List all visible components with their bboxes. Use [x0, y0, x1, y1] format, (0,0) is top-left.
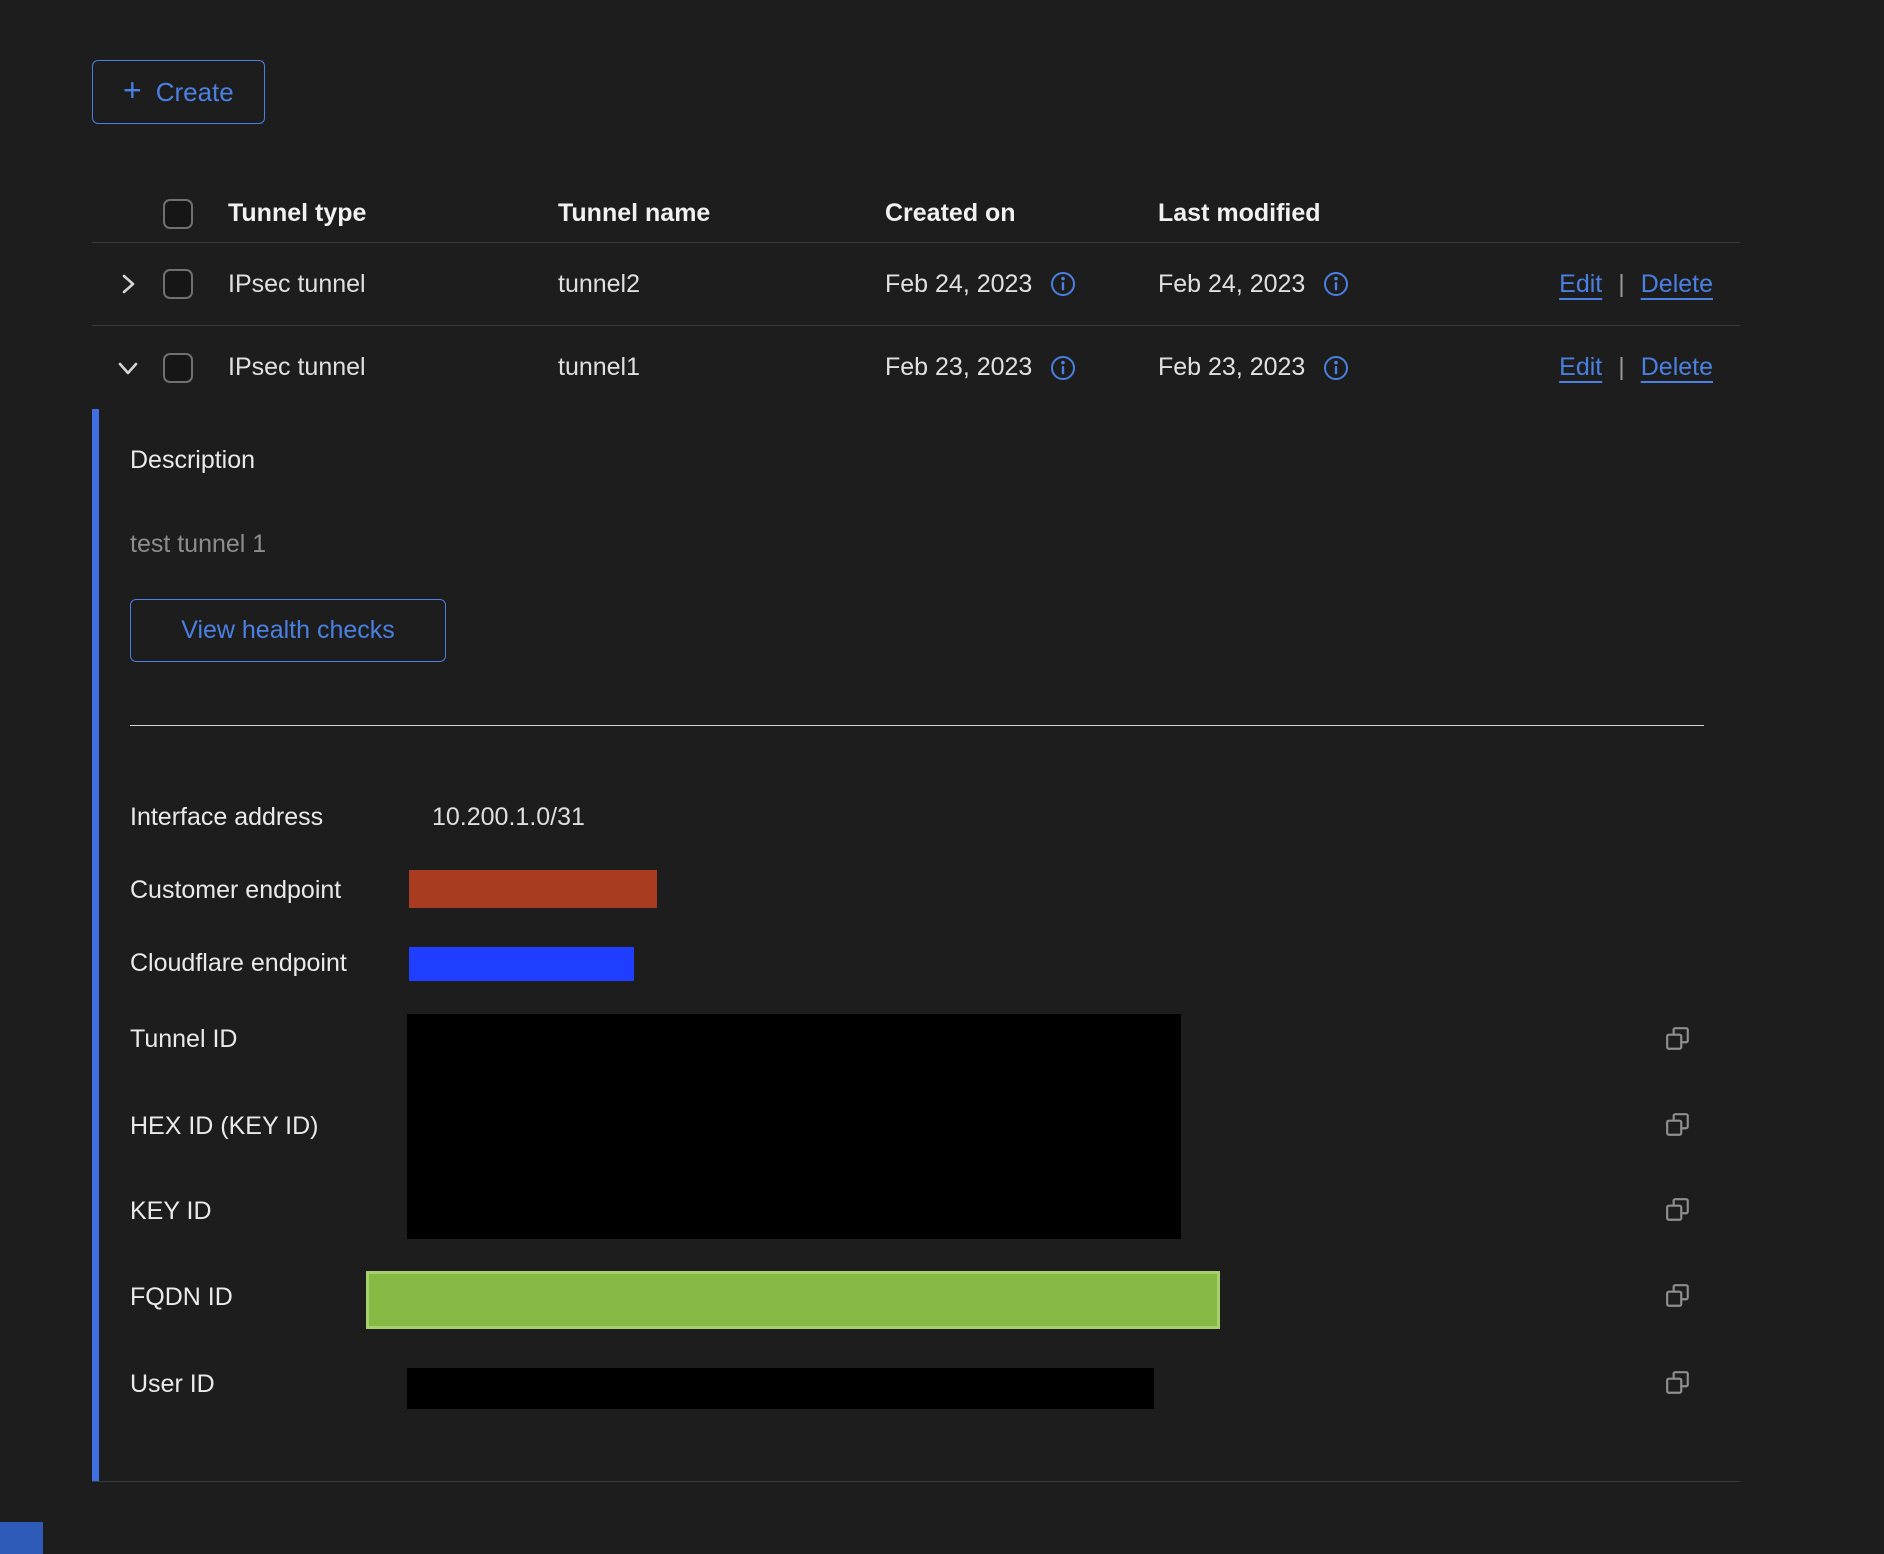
tunnel-type-value: IPsec tunnel: [228, 353, 558, 382]
plus-icon: +: [123, 74, 142, 106]
customer-endpoint-redacted-value: [409, 870, 657, 908]
info-icon[interactable]: [1050, 355, 1076, 381]
last-modified-value: Feb 23, 2023: [1158, 353, 1305, 382]
delete-link[interactable]: Delete: [1641, 270, 1713, 299]
row-checkbox[interactable]: [163, 353, 193, 383]
cloudflare-endpoint-redacted-value: [409, 947, 634, 981]
scroll-corner: [0, 1522, 43, 1554]
customer-endpoint-label: Customer endpoint: [130, 875, 341, 905]
tunnels-table: Tunnel type Tunnel name Created on Last …: [92, 185, 1740, 1482]
description-value: test tunnel 1: [130, 529, 266, 559]
chevron-right-icon: [115, 271, 141, 297]
header-tunnel-name: Tunnel name: [558, 199, 885, 228]
tunnel-detail-panel: Description test tunnel 1 View health ch…: [92, 409, 1740, 1482]
tunnel-id-label: Tunnel ID: [130, 1024, 237, 1054]
last-modified-value: Feb 24, 2023: [1158, 270, 1305, 299]
divider: [130, 725, 1704, 726]
tunnel-type-value: IPsec tunnel: [228, 270, 558, 299]
edit-link[interactable]: Edit: [1559, 353, 1602, 382]
row-expand-toggle[interactable]: [92, 355, 163, 381]
created-on-value: Feb 23, 2023: [885, 353, 1032, 382]
cloudflare-endpoint-label: Cloudflare endpoint: [130, 948, 347, 978]
copy-icon[interactable]: [1665, 1370, 1691, 1396]
table-header: Tunnel type Tunnel name Created on Last …: [92, 185, 1740, 243]
copy-icon[interactable]: [1665, 1026, 1691, 1052]
header-last-modified: Last modified: [1158, 199, 1540, 228]
table-row: IPsec tunnel tunnel1 Feb 23, 2023 Feb 23…: [92, 326, 1740, 409]
interface-address-label: Interface address: [130, 802, 323, 832]
link-separator: |: [1618, 353, 1625, 382]
table-row: IPsec tunnel tunnel2 Feb 24, 2023 Feb 24…: [92, 243, 1740, 326]
fqdn-id-redacted-value: [366, 1271, 1220, 1329]
interface-address-value: 10.200.1.0/31: [432, 802, 585, 832]
ids-redacted-value: [407, 1014, 1181, 1239]
info-icon[interactable]: [1323, 271, 1349, 297]
hex-id-label: HEX ID (KEY ID): [130, 1111, 318, 1141]
copy-icon[interactable]: [1665, 1197, 1691, 1223]
copy-icon[interactable]: [1665, 1112, 1691, 1138]
header-tunnel-type: Tunnel type: [228, 199, 558, 228]
row-checkbox[interactable]: [163, 269, 193, 299]
info-icon[interactable]: [1050, 271, 1076, 297]
key-id-label: KEY ID: [130, 1196, 212, 1226]
user-id-label: User ID: [130, 1369, 215, 1399]
fqdn-id-label: FQDN ID: [130, 1282, 233, 1312]
chevron-down-icon: [115, 355, 141, 381]
info-icon[interactable]: [1323, 355, 1349, 381]
view-health-checks-button[interactable]: View health checks: [130, 599, 446, 662]
delete-link[interactable]: Delete: [1641, 353, 1713, 382]
tunnel-name-value: tunnel2: [558, 270, 885, 299]
tunnel-name-value: tunnel1: [558, 353, 885, 382]
row-expand-toggle[interactable]: [92, 271, 163, 297]
created-on-value: Feb 24, 2023: [885, 270, 1032, 299]
expanded-row-indicator: [92, 409, 99, 1481]
link-separator: |: [1618, 270, 1625, 299]
edit-link[interactable]: Edit: [1559, 270, 1602, 299]
create-button-label: Create: [156, 77, 234, 108]
copy-icon[interactable]: [1665, 1283, 1691, 1309]
create-button[interactable]: + Create: [92, 60, 265, 124]
description-label: Description: [130, 445, 255, 475]
user-id-redacted-value: [407, 1368, 1154, 1409]
select-all-checkbox[interactable]: [163, 199, 193, 229]
header-created-on: Created on: [885, 199, 1158, 228]
